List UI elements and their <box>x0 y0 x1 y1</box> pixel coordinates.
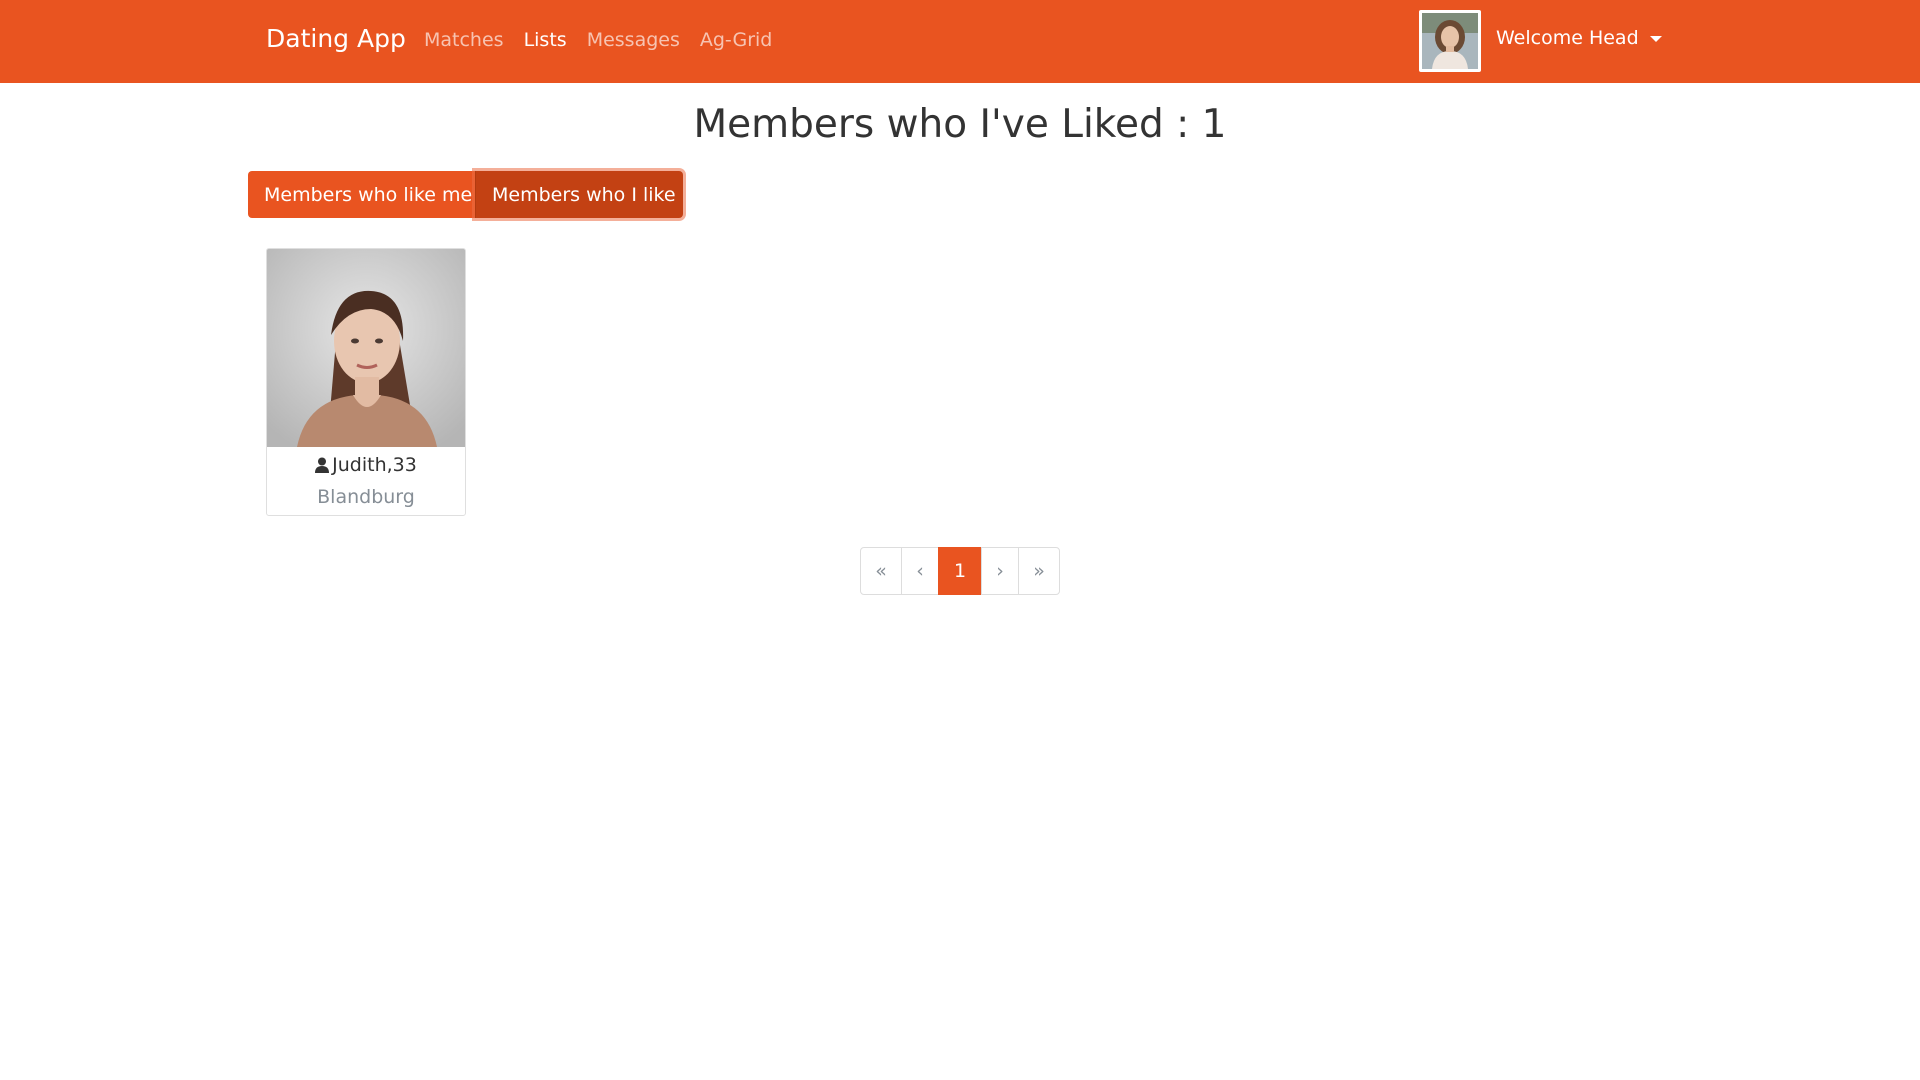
page-1-button[interactable]: 1 <box>938 547 982 595</box>
member-card[interactable]: Judith,33 Blandburg <box>266 248 466 516</box>
likes-filter-group: Members who like me Members who I like <box>248 171 683 218</box>
member-name-row: Judith,33 <box>267 454 465 476</box>
nav-link-ag-grid[interactable]: Ag-Grid <box>700 29 772 51</box>
members-who-i-like-button[interactable]: Members who I like <box>475 171 683 218</box>
prev-page-button[interactable]: ‹ <box>901 547 939 595</box>
last-page-button[interactable]: » <box>1018 547 1060 595</box>
nav-link-lists[interactable]: Lists <box>524 29 567 51</box>
top-navbar: Dating App Matches Lists Messages Ag-Gri… <box>0 0 1920 83</box>
page-title: Members who I've Liked : 1 <box>693 102 1227 147</box>
next-page-button[interactable]: › <box>981 547 1019 595</box>
member-name-age: Judith,33 <box>332 454 417 476</box>
user-icon <box>315 457 330 473</box>
nav-link-matches[interactable]: Matches <box>424 29 504 51</box>
pagination: « ‹ 1 › » <box>860 547 1060 595</box>
user-menu-toggle[interactable]: Welcome Head <box>1496 27 1662 49</box>
member-photo <box>267 249 465 447</box>
member-city: Blandburg <box>317 486 415 508</box>
welcome-text: Welcome Head <box>1496 27 1639 49</box>
chevron-down-icon <box>1649 36 1662 42</box>
members-who-like-me-button[interactable]: Members who like me <box>248 171 475 218</box>
user-avatar-image <box>1422 13 1478 69</box>
brand-link[interactable]: Dating App <box>266 24 406 53</box>
nav-links: Matches Lists Messages Ag-Grid <box>424 29 772 51</box>
nav-link-messages[interactable]: Messages <box>587 29 680 51</box>
user-avatar <box>1419 10 1481 72</box>
first-page-button[interactable]: « <box>860 547 902 595</box>
